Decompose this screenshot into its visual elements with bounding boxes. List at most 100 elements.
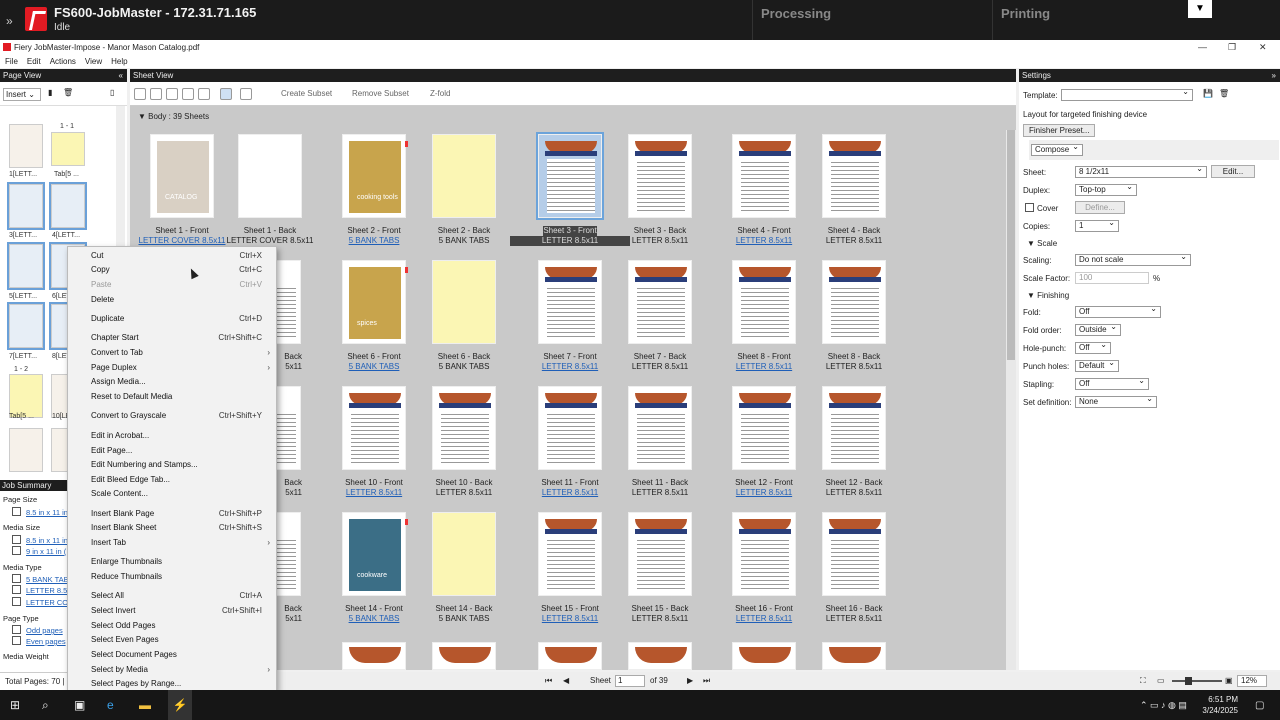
menu-item-edit-numbering-and-stamps[interactable]: Edit Numbering and Stamps... (91, 460, 198, 469)
stapling-select[interactable]: Off (1075, 376, 1149, 390)
fold-order-select[interactable]: Outside (1075, 322, 1121, 336)
body-section-label[interactable]: ▼ Body : 39 Sheets (138, 112, 209, 121)
media-type-value[interactable]: 5 BANK TAB (26, 575, 69, 584)
menu-item-edit-page[interactable]: Edit Page... (91, 446, 132, 455)
page-thumbnail[interactable] (7, 302, 45, 350)
trash-icon[interactable]: 🗑 (63, 88, 73, 97)
template-select[interactable] (1061, 87, 1193, 101)
media-size-value[interactable]: 9 in x 11 in ( (26, 547, 66, 556)
sheet-thumbnail[interactable] (628, 260, 692, 344)
menu-item-cut[interactable]: Cut (91, 251, 103, 260)
menu-item-chapter-start[interactable]: Chapter Start (91, 333, 139, 342)
set-definition-select[interactable]: None (1075, 394, 1157, 408)
sheet-number-input[interactable]: 1 (615, 675, 645, 687)
compose-select[interactable]: Compose (1031, 142, 1083, 156)
sheet-thumbnail[interactable] (628, 386, 692, 470)
split-icon[interactable] (166, 88, 178, 100)
expand-icon[interactable]: » (1272, 69, 1276, 82)
sheet-thumbnail[interactable]: CATALOG (150, 134, 214, 218)
hole-punch-select[interactable]: Off (1075, 340, 1111, 354)
sheet-view-scrollbar[interactable] (1006, 130, 1016, 670)
spread-icon[interactable] (240, 88, 252, 100)
processing-panel[interactable]: Processing (752, 0, 990, 40)
menu-item-edit-bleed-edge-tab[interactable]: Edit Bleed Edge Tab... (91, 475, 170, 484)
folder-icon[interactable]: ▬ (139, 698, 151, 712)
create-subset-button[interactable]: Create Subset (281, 89, 332, 98)
sheet-thumbnail[interactable] (273, 386, 301, 470)
menu-item-select-all[interactable]: Select All (91, 591, 124, 600)
page-type-value[interactable]: Odd pages (26, 626, 63, 635)
checkbox[interactable] (12, 574, 21, 583)
page-fit-icon[interactable]: ▭ (1157, 672, 1165, 690)
sheet-thumbnail[interactable] (628, 134, 692, 218)
page-size-value[interactable]: 8.5 in x 11 in (26, 508, 68, 517)
menu-item-insert-blank-sheet[interactable]: Insert Blank Sheet (91, 523, 156, 532)
menu-item-assign-media[interactable]: Assign Media... (91, 377, 146, 386)
menu-view[interactable]: View (85, 57, 102, 66)
menu-item-select-invert[interactable]: Select Invert (91, 606, 135, 615)
menu-item-insert-tab[interactable]: Insert Tab (91, 538, 126, 547)
menu-item-insert-blank-page[interactable]: Insert Blank Page (91, 509, 154, 518)
checkbox[interactable] (12, 636, 21, 645)
copies-stepper[interactable]: 1 (1075, 218, 1119, 232)
zoom-slider-thumb[interactable] (1185, 677, 1192, 685)
menu-item-reset-to-default-media[interactable]: Reset to Default Media (91, 392, 172, 401)
sheet-thumbnail[interactable] (732, 134, 796, 218)
sheet-thumbnail[interactable] (628, 512, 692, 596)
first-page-icon[interactable]: ⏮ (545, 672, 552, 690)
finishing-section[interactable]: ▼ Finishing (1027, 291, 1069, 300)
page-thumbnail[interactable] (51, 132, 85, 166)
menu-item-scale-content[interactable]: Scale Content... (91, 489, 148, 498)
chevron-down-icon[interactable]: ▼ (1188, 0, 1212, 18)
checkbox[interactable] (12, 625, 21, 634)
last-page-icon[interactable]: ⏭ (703, 672, 710, 690)
sheet-thumbnail[interactable] (732, 260, 796, 344)
close-icon[interactable]: ✕ (1259, 40, 1267, 55)
scale-factor-input[interactable]: 100 (1075, 272, 1149, 284)
menu-item-copy[interactable]: Copy (91, 265, 110, 274)
page-type-value[interactable]: Even pages (26, 637, 66, 646)
sheet-icon[interactable] (220, 88, 232, 100)
media-type-value[interactable]: LETTER 8.5x (26, 586, 71, 595)
define-button[interactable]: Define... (1075, 201, 1125, 214)
next-page-icon[interactable]: ▶ (687, 672, 693, 690)
insert-dropdown[interactable]: Insert ⌄ (3, 88, 41, 101)
trash-icon[interactable]: 🗑 (1219, 89, 1229, 98)
checkbox[interactable] (12, 546, 21, 555)
sheet-thumbnail[interactable] (538, 386, 602, 470)
sheet-thumbnail[interactable] (432, 642, 496, 670)
expand-icon[interactable]: » (6, 14, 13, 28)
checkbox[interactable] (12, 535, 21, 544)
sheet-thumbnail[interactable] (432, 512, 496, 596)
menu-item-convert-to-tab[interactable]: Convert to Tab (91, 348, 143, 357)
clock[interactable]: 6:51 PM 3/24/2025 (1202, 694, 1238, 716)
duplex-select[interactable]: Top-top (1075, 182, 1137, 196)
sheet-thumbnail[interactable] (273, 512, 301, 596)
page-thumbnail[interactable] (7, 182, 45, 230)
notification-icon[interactable]: ▢ (1255, 700, 1264, 711)
sheet-thumbnail[interactable] (538, 260, 602, 344)
sheet-thumbnail[interactable] (238, 134, 302, 218)
menu-help[interactable]: Help (111, 57, 127, 66)
sheet-thumbnail[interactable] (432, 260, 496, 344)
sheet-thumbnail[interactable] (822, 386, 886, 470)
tray-icons[interactable]: ⌃ ▭ ♪ ◍ ▤ (1140, 700, 1187, 711)
sheet-thumbnail[interactable] (432, 134, 496, 218)
fit-icon[interactable]: ⛶ (1140, 672, 1146, 690)
sheet-thumbnail[interactable] (822, 134, 886, 218)
page-thumbnail[interactable] (9, 124, 43, 168)
sheet-thumbnail[interactable] (732, 512, 796, 596)
edit-sheet-button[interactable]: Edit... (1211, 165, 1255, 178)
zoom-field[interactable]: 12% (1237, 675, 1267, 687)
sheet-thumbnail[interactable] (822, 260, 886, 344)
menu-file[interactable]: File (5, 57, 18, 66)
sheet-thumbnail[interactable] (628, 642, 692, 670)
zfold-button[interactable]: Z-fold (430, 89, 450, 98)
checkbox[interactable] (12, 507, 21, 516)
page-thumbnail[interactable] (9, 428, 43, 472)
menu-actions[interactable]: Actions (50, 57, 76, 66)
zoom-in-icon[interactable] (182, 88, 194, 100)
sheet-thumbnail[interactable] (732, 642, 796, 670)
page-icon[interactable]: ▯ (110, 88, 114, 97)
menu-item-select-document-pages[interactable]: Select Document Pages (91, 650, 177, 659)
